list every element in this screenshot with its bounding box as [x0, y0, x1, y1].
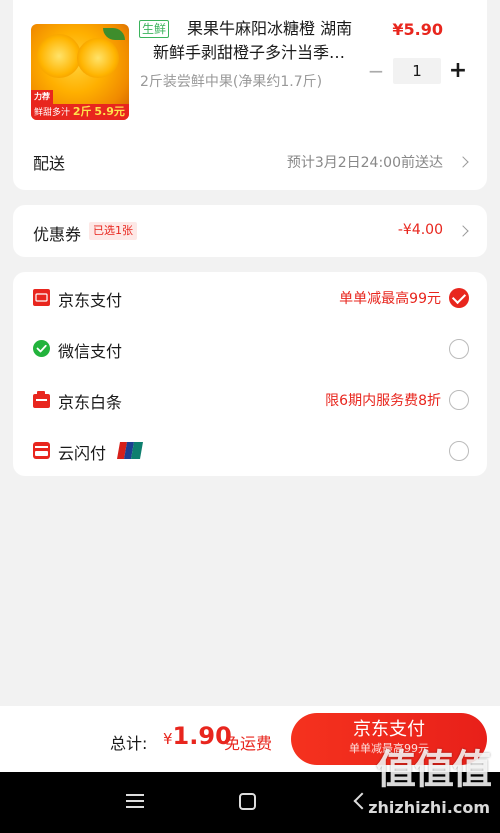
currency-symbol: ¥: [163, 730, 173, 748]
orange-slice-shape: [77, 38, 119, 78]
total-amount: ¥1.90: [163, 722, 232, 750]
coupon-discount: -¥4.00: [397, 222, 443, 238]
wechat-pay-icon: [33, 340, 50, 357]
payment-methods-card: 京东支付 单单减最高99元 微信支付 京东白条 限6期内服务费8折 云闪付: [13, 272, 487, 476]
delivery-row[interactable]: 配送 预计3月2日24:00前送达: [13, 143, 487, 183]
orange-slice-shape: [37, 34, 81, 78]
payment-name: 京东支付: [58, 291, 123, 310]
fresh-badge: 生鲜: [139, 20, 170, 38]
radio-unchecked-icon[interactable]: [449, 441, 469, 461]
jd-baitiao-icon: [33, 391, 50, 408]
product-title-line2[interactable]: 新鲜手剥甜橙子多汁当季…: [153, 42, 345, 64]
image-promo-bar: 鲜甜多汁 2斤 5.9元: [31, 104, 129, 120]
image-promo-label: 鲜甜多汁: [34, 108, 71, 118]
site-watermark: 值值值 zhizhizhi.com: [368, 747, 492, 818]
unionpay-quickpass-icon: [33, 442, 50, 459]
leaf-shape: [103, 28, 125, 40]
free-shipping-label: 免运费: [224, 734, 273, 753]
unionpay-logo-icon: [117, 442, 143, 459]
radio-checked-icon[interactable]: [449, 288, 469, 308]
home-icon[interactable]: [239, 793, 256, 810]
payment-promo: 限6期内服务费8折: [325, 393, 441, 409]
delivery-label: 配送: [33, 154, 66, 173]
chevron-right-icon: [457, 156, 469, 168]
payment-option-wechat-pay[interactable]: 微信支付: [13, 323, 487, 374]
coupon-selected-chip: 已选1张: [89, 222, 137, 240]
product-title-line1[interactable]: 果果牛麻阳冰糖橙 湖南: [187, 18, 352, 40]
jd-pay-icon: [33, 289, 50, 306]
product-spec: 2斤装尝鲜中果(净果约1.7斤): [140, 74, 323, 90]
submit-payment-label: 京东支付: [353, 719, 425, 740]
recent-apps-icon[interactable]: [126, 794, 144, 808]
total-value: 1.90: [172, 722, 232, 750]
watermark-logo: 值值值: [376, 747, 492, 793]
increase-quantity-button[interactable]: +: [445, 59, 471, 83]
payment-name: 京东白条: [58, 393, 123, 412]
delivery-estimate: 预计3月2日24:00前送达: [286, 155, 443, 171]
radio-unchecked-icon[interactable]: [449, 390, 469, 410]
chevron-right-icon: [457, 225, 469, 237]
radio-unchecked-icon[interactable]: [449, 339, 469, 359]
coupon-card[interactable]: 优惠券 已选1张 -¥4.00: [13, 205, 487, 257]
payment-promo: 单单减最高99元: [339, 291, 441, 307]
image-promo-top: 力荐: [31, 90, 53, 104]
quantity-stepper: − 1 +: [363, 58, 471, 84]
quantity-input[interactable]: 1: [393, 58, 441, 84]
image-promo-weight: 2斤: [72, 105, 92, 118]
payment-option-jd-baitiao[interactable]: 京东白条 限6期内服务费8折: [13, 374, 487, 425]
payment-name: 云闪付: [58, 444, 107, 463]
watermark-site: zhizhizhi.com: [368, 798, 490, 817]
coupon-label: 优惠券: [33, 225, 82, 244]
product-price: ¥5.90: [392, 20, 443, 39]
decrease-quantity-button[interactable]: −: [363, 59, 389, 83]
image-promo-price: 5.9元: [94, 105, 125, 118]
payment-option-unionpay[interactable]: 云闪付: [13, 425, 487, 476]
payment-option-jd-pay[interactable]: 京东支付 单单减最高99元: [13, 272, 487, 323]
product-card: 力荐 鲜甜多汁 2斤 5.9元 生鲜 果果牛麻阳冰糖橙 湖南 新鲜手剥甜橙子多汁…: [13, 0, 487, 190]
product-image[interactable]: 力荐 鲜甜多汁 2斤 5.9元: [31, 24, 129, 120]
total-label: 总计:: [110, 734, 148, 753]
payment-name: 微信支付: [58, 342, 123, 361]
